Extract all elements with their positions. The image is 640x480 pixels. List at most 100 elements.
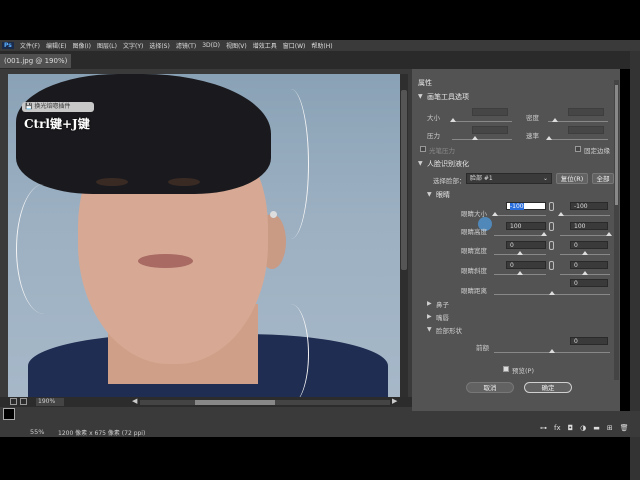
reset-button[interactable]: 复位(R) xyxy=(556,173,588,184)
chevron-down-icon[interactable]: ▼ xyxy=(418,93,423,100)
menu-image[interactable]: 图像(I) xyxy=(73,41,91,50)
eye-size-left-field[interactable]: -100 xyxy=(506,202,546,210)
eye-size-right-field[interactable]: -100 xyxy=(570,202,608,210)
eye-size-right-knob[interactable] xyxy=(558,212,564,216)
pressure-knob[interactable] xyxy=(472,136,478,140)
menu-help[interactable]: 帮助(H) xyxy=(311,41,332,50)
face-outline-arc-right[interactable] xyxy=(273,89,309,239)
eye-width-label: 眼睛宽度 xyxy=(461,247,487,255)
stylus-pressure-checkbox[interactable] xyxy=(420,146,426,152)
fx-icon[interactable]: fx xyxy=(554,424,561,432)
eye-height-left-slider[interactable] xyxy=(494,235,546,236)
menu-3d[interactable]: 3D(D) xyxy=(202,42,220,49)
menu-filter[interactable]: 滤镜(T) xyxy=(176,41,196,50)
trash-icon[interactable]: 🗑 xyxy=(620,424,629,432)
link-icon[interactable] xyxy=(549,222,554,231)
face-select-dropdown[interactable]: 脸部 #1 ⌄ xyxy=(466,173,552,184)
brush-size-knob[interactable] xyxy=(450,118,456,122)
link-icon[interactable] xyxy=(549,241,554,250)
brush-size-label: 大小 xyxy=(427,114,440,122)
pressure-field[interactable] xyxy=(472,126,508,134)
brush-section-title[interactable]: 画笔工具选项 xyxy=(427,92,469,102)
eye-width-left-field[interactable]: 0 xyxy=(506,241,546,249)
folder-icon[interactable]: ▬ xyxy=(593,424,600,432)
chevron-down-icon[interactable]: ▼ xyxy=(427,326,432,333)
photoshop-logo-icon[interactable]: Ps xyxy=(2,42,14,49)
brush-size-slider[interactable] xyxy=(452,121,512,122)
link-icon[interactable] xyxy=(549,261,554,270)
eye-height-left-field[interactable]: 100 xyxy=(506,222,546,230)
chevron-down-icon[interactable]: ▼ xyxy=(427,191,432,198)
density-knob[interactable] xyxy=(552,118,558,122)
scroll-left-icon[interactable]: ◀ xyxy=(132,397,137,405)
face-shape-section-title[interactable]: 脸部形状 xyxy=(436,325,462,335)
zoom-select[interactable]: 190% xyxy=(36,398,64,406)
eye-tilt-left-knob[interactable] xyxy=(517,271,523,275)
scroll-right-icon[interactable]: ▶ xyxy=(392,397,397,405)
eye-tilt-label: 眼睛斜度 xyxy=(461,267,487,275)
zoom-out-icon[interactable] xyxy=(10,398,17,405)
eye-width-right-field[interactable]: 0 xyxy=(570,241,608,249)
pin-edges-label: 固定边缘 xyxy=(584,147,610,155)
eye-size-left-knob[interactable] xyxy=(492,212,498,216)
pin-edges-checkbox[interactable] xyxy=(575,146,581,152)
ok-button[interactable]: 确定 xyxy=(524,382,572,393)
menu-file[interactable]: 文件(F) xyxy=(20,41,40,50)
menu-plugins[interactable]: 增效工具 xyxy=(253,41,277,50)
eye-size-left-slider[interactable] xyxy=(494,215,546,216)
canvas-horizontal-scroll-thumb[interactable] xyxy=(195,400,275,405)
status-zoom[interactable]: 55% xyxy=(30,428,44,436)
eye-tilt-right-knob[interactable] xyxy=(582,271,588,275)
zoom-in-icon[interactable] xyxy=(20,398,27,405)
face-outline-arc-left[interactable] xyxy=(16,184,72,314)
chevron-right-icon[interactable]: ▶ xyxy=(427,313,432,320)
menu-edit[interactable]: 编辑(E) xyxy=(46,41,66,50)
eye-height-right-knob[interactable] xyxy=(606,232,612,236)
pressure-slider[interactable] xyxy=(452,139,512,140)
chevron-right-icon[interactable]: ▶ xyxy=(427,300,432,307)
rate-label: 速率 xyxy=(526,132,539,140)
document-tab[interactable]: (001.jpg @ 190%) xyxy=(0,54,72,68)
eye-tilt-left-field[interactable]: 0 xyxy=(506,261,546,269)
mouth-section-title[interactable]: 嘴唇 xyxy=(436,312,449,322)
link-layers-icon[interactable]: ⊶ xyxy=(540,424,547,432)
eye-height-right-slider[interactable] xyxy=(560,235,610,236)
rate-knob[interactable] xyxy=(546,136,552,140)
preview-checkbox[interactable] xyxy=(503,366,509,372)
eye-distance-field[interactable]: 0 xyxy=(570,279,608,287)
eye-width-right-knob[interactable] xyxy=(582,251,588,255)
menu-view[interactable]: 视图(V) xyxy=(226,41,247,50)
eye-size-right-slider[interactable] xyxy=(560,215,610,216)
mask-icon[interactable]: ◘ xyxy=(568,424,574,432)
cancel-button[interactable]: 取消 xyxy=(466,382,514,393)
eye-height-left-knob[interactable] xyxy=(541,232,547,236)
panel-scroll-thumb[interactable] xyxy=(615,85,618,205)
link-icon[interactable] xyxy=(549,202,554,211)
eye-distance-knob[interactable] xyxy=(549,291,555,295)
forehead-field[interactable]: 0 xyxy=(570,337,608,345)
eye-tilt-right-field[interactable]: 0 xyxy=(570,261,608,269)
eye-height-right-field[interactable]: 100 xyxy=(570,222,608,230)
right-eye xyxy=(168,178,200,186)
color-swatch[interactable] xyxy=(3,408,15,420)
face-aware-section-title[interactable]: 人脸识别液化 xyxy=(427,159,469,169)
all-button[interactable]: 全部 xyxy=(592,173,614,184)
shortcut-overlay-text: Ctrl键+J键 xyxy=(24,117,90,131)
menu-layer[interactable]: 图层(L) xyxy=(97,41,117,50)
nose-section-title[interactable]: 鼻子 xyxy=(436,299,449,309)
eye-width-left-knob[interactable] xyxy=(517,251,523,255)
menu-window[interactable]: 窗口(W) xyxy=(283,41,306,50)
menu-type[interactable]: 文字(Y) xyxy=(123,41,143,50)
canvas-vertical-scroll-thumb[interactable] xyxy=(401,90,407,270)
eyes-section-title[interactable]: 眼睛 xyxy=(436,190,450,200)
menu-select[interactable]: 选择(S) xyxy=(149,41,170,50)
chevron-down-icon[interactable]: ▼ xyxy=(418,160,423,167)
rate-slider[interactable] xyxy=(548,139,608,140)
brush-size-field[interactable] xyxy=(472,108,508,116)
face-outline-arc-lower-right[interactable] xyxy=(273,304,309,397)
adjustment-icon[interactable]: ◑ xyxy=(580,424,586,432)
rate-field[interactable] xyxy=(568,126,604,134)
forehead-knob[interactable] xyxy=(549,349,555,353)
new-layer-icon[interactable]: ⊞ xyxy=(607,424,613,432)
density-field[interactable] xyxy=(568,108,604,116)
